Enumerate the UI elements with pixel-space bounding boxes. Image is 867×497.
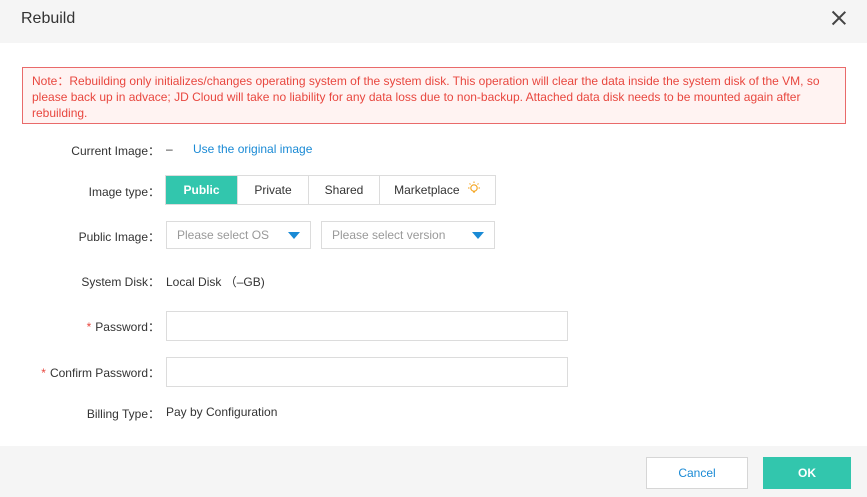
public-image-label: Public Image： bbox=[78, 230, 160, 244]
confirm-password-field[interactable] bbox=[166, 357, 568, 387]
image-type-label: Image type： bbox=[88, 185, 160, 199]
tab-marketplace[interactable]: Marketplace bbox=[379, 176, 495, 204]
version-select[interactable]: Please select version bbox=[321, 221, 495, 249]
billing-type-label: Billing Type： bbox=[86, 407, 160, 421]
tab-public[interactable]: Public bbox=[166, 176, 237, 204]
system-disk-label: System Disk： bbox=[81, 275, 160, 289]
ok-button[interactable]: OK bbox=[763, 457, 851, 489]
dialog-header: Rebuild bbox=[0, 0, 867, 43]
tab-marketplace-label: Marketplace bbox=[394, 183, 460, 197]
tab-private[interactable]: Private bbox=[237, 176, 308, 204]
close-icon[interactable] bbox=[831, 10, 847, 26]
required-mark: * bbox=[86, 320, 92, 334]
password-label: * Password： bbox=[0, 318, 160, 335]
use-original-image-link[interactable]: Use the original image bbox=[193, 142, 312, 156]
warning-note: Note：Rebuilding only initializes/changes… bbox=[22, 67, 846, 124]
os-select[interactable]: Please select OS bbox=[166, 221, 311, 249]
dialog-title: Rebuild bbox=[21, 10, 76, 27]
system-disk-value: Local Disk （–GB) bbox=[166, 275, 265, 289]
password-label-text: Password： bbox=[95, 320, 160, 334]
cancel-button[interactable]: Cancel bbox=[646, 457, 748, 489]
confirm-password-label-text: Confirm Password： bbox=[49, 366, 160, 380]
lightbulb-icon bbox=[467, 177, 481, 205]
version-select-placeholder: Please select version bbox=[332, 228, 446, 242]
required-mark: * bbox=[41, 366, 46, 380]
current-image-label: Current Image： bbox=[71, 144, 160, 158]
current-image-value: – bbox=[166, 142, 173, 156]
os-select-placeholder: Please select OS bbox=[177, 228, 270, 242]
chevron-down-icon bbox=[288, 232, 300, 239]
confirm-password-label: * Confirm Password： bbox=[0, 364, 160, 381]
image-type-selector: Public Private Shared Marketplace bbox=[165, 175, 496, 205]
tab-shared[interactable]: Shared bbox=[308, 176, 379, 204]
billing-type-value: Pay by Configuration bbox=[166, 405, 278, 419]
password-field[interactable] bbox=[166, 311, 568, 341]
chevron-down-icon bbox=[472, 232, 484, 239]
